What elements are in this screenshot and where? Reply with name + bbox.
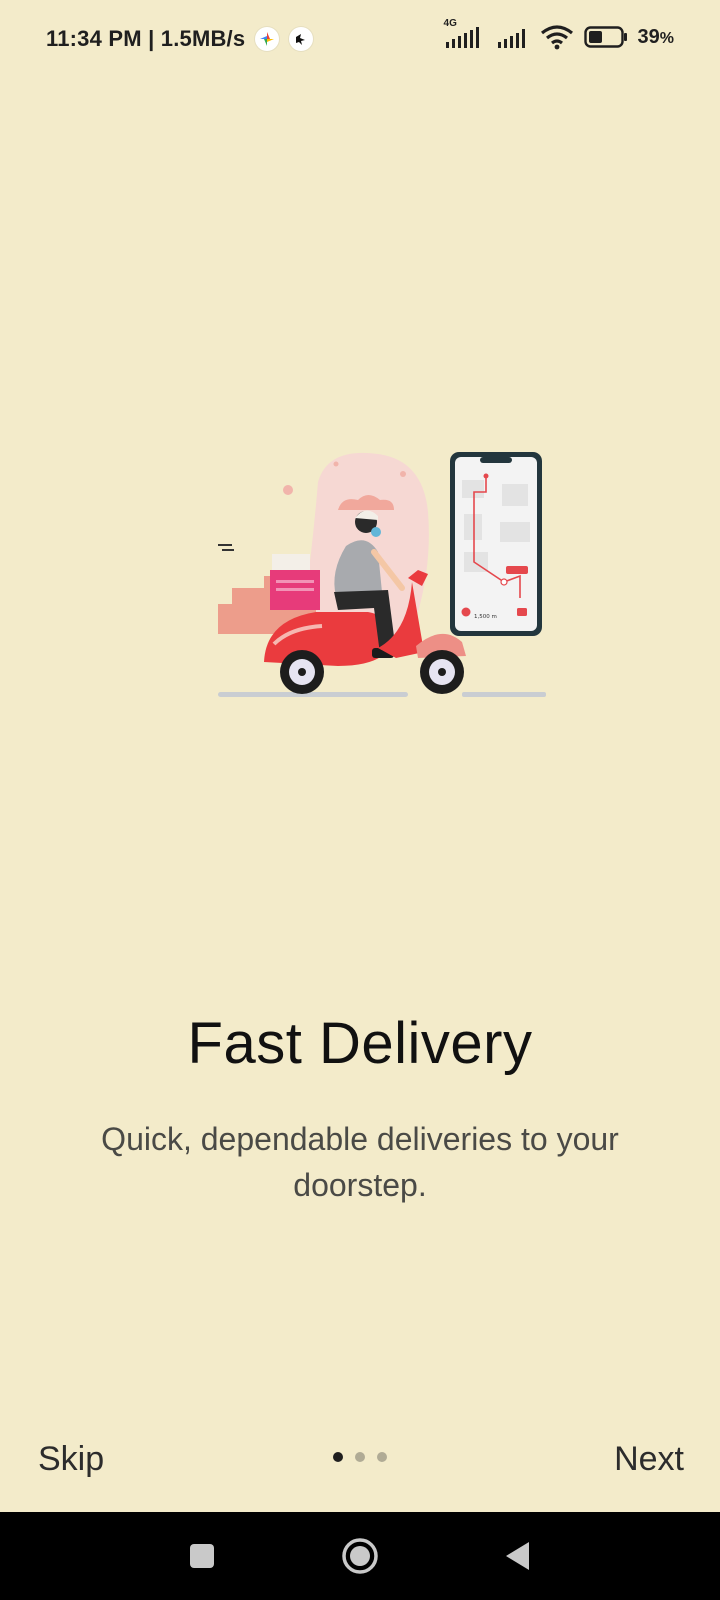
page-dot-active xyxy=(333,1452,343,1462)
square-icon xyxy=(190,1544,214,1568)
home-button[interactable] xyxy=(330,1512,390,1600)
onboarding-screen: 11:34 PM | 1.5MB/s 4G 39% 1,500 m Fast D… xyxy=(0,0,720,1512)
page-dot xyxy=(377,1452,387,1462)
status-bar: 11:34 PM | 1.5MB/s 4G 39% xyxy=(0,0,720,80)
back-button[interactable] xyxy=(488,1512,548,1600)
page-dot xyxy=(355,1452,365,1462)
back-triangle-icon xyxy=(506,1542,529,1570)
phone-distance-text: 1,500 m xyxy=(474,614,497,620)
status-left: 11:34 PM | 1.5MB/s xyxy=(46,26,314,52)
wifi-icon xyxy=(540,24,574,50)
system-nav-bar xyxy=(0,1512,720,1600)
battery-percent: 39% xyxy=(638,26,674,49)
delivery-illustration: 1,500 m xyxy=(218,452,554,722)
next-button[interactable]: Next xyxy=(614,1440,684,1479)
signal-icon: 4G xyxy=(442,18,486,50)
circle-icon xyxy=(342,1538,378,1574)
status-right: 4G 39% xyxy=(442,18,674,50)
status-time-speed: 11:34 PM | 1.5MB/s xyxy=(46,26,246,51)
battery-icon xyxy=(583,26,628,48)
signal-icon xyxy=(496,24,530,50)
battery-percent-unit: % xyxy=(659,29,674,47)
network-speed: 1.5MB/s xyxy=(160,26,246,51)
recents-button[interactable] xyxy=(172,1512,232,1600)
status-time: 11:34 PM xyxy=(46,26,142,51)
page-indicator xyxy=(0,1452,720,1462)
battery-percent-value: 39 xyxy=(637,25,660,48)
bird-icon xyxy=(289,27,314,51)
photos-icon xyxy=(255,27,280,51)
onboarding-title: Fast Delivery xyxy=(187,1011,533,1076)
onboarding-description: Quick, dependable deliveries to your doo… xyxy=(101,1121,619,1203)
